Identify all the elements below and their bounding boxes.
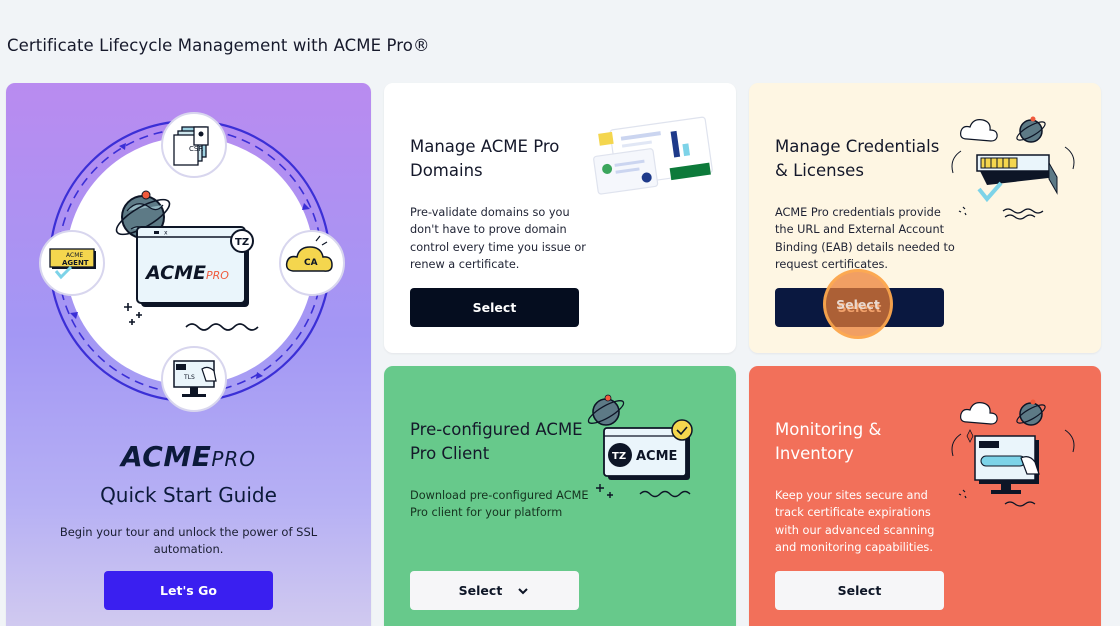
- manage-credentials-card: Manage Credentials & Licenses ACME Pro c…: [749, 83, 1101, 353]
- ca-cloud-icon: CA: [279, 230, 345, 296]
- monitoring-illustration: [951, 399, 1075, 507]
- select-client-dropdown[interactable]: Select: [410, 571, 579, 610]
- cloud-icon: [960, 119, 998, 142]
- quick-start-card: x ACME PRO TZ CSR CA ACME AGENT TLS ACME…: [6, 83, 371, 626]
- svg-text:PRO: PRO: [206, 269, 229, 282]
- agent-icon: ACME AGENT: [39, 230, 105, 296]
- quick-start-description: Begin your tour and unlock the power of …: [59, 525, 318, 556]
- acme-window-icon: x ACME PRO TZ: [136, 226, 254, 307]
- svg-text:ACME: ACME: [636, 449, 677, 464]
- checkmark-icon: [977, 181, 1003, 203]
- card-description: Keep your sites secure and track certifi…: [775, 489, 935, 554]
- card-title: Monitoring & Inventory: [775, 420, 882, 463]
- card-description: ACME Pro credentials provide the URL and…: [775, 206, 955, 271]
- svg-text:TZ: TZ: [235, 237, 249, 248]
- chat-bubble-icon: [671, 419, 693, 441]
- illustration-acme-label: ACME: [144, 262, 206, 284]
- manage-domains-card: Manage ACME Pro Domains Pre-validate dom…: [384, 83, 736, 353]
- svg-text:x: x: [164, 230, 168, 237]
- monitoring-inventory-card: Monitoring & Inventory Keep your sites s…: [749, 366, 1101, 626]
- svg-text:ACME: ACME: [66, 252, 83, 259]
- tls-monitor-icon: TLS: [161, 346, 227, 412]
- select-client-label: Select: [458, 583, 503, 598]
- svg-text:CSR: CSR: [189, 145, 203, 153]
- card-title: Manage Credentials & Licenses: [775, 137, 940, 180]
- select-credentials-button[interactable]: Select: [775, 288, 944, 327]
- svg-text:AGENT: AGENT: [62, 259, 89, 267]
- monitor-icon: [974, 435, 1040, 494]
- cloud-icon: [960, 402, 998, 425]
- server-credentials-illustration: [951, 116, 1075, 220]
- preconfigured-client-card: Pre-configured ACME Pro Client Download …: [384, 366, 736, 626]
- acme-pro-cycle-illustration: x ACME PRO TZ CSR CA ACME AGENT TLS: [39, 112, 345, 412]
- globe-icon: [587, 394, 625, 426]
- svg-text:TZ: TZ: [612, 451, 626, 462]
- page-title: Certificate Lifecycle Management with AC…: [7, 36, 430, 55]
- dashboard-screens-icon: [593, 116, 713, 195]
- server-icon: [976, 154, 1058, 195]
- svg-text:CA: CA: [304, 258, 318, 268]
- select-monitoring-button[interactable]: Select: [775, 571, 944, 610]
- acme-pro-logo: ACMEPRO: [120, 440, 257, 473]
- card-description: Pre-validate domains so you don't have t…: [410, 206, 586, 271]
- csr-document-icon: CSR: [161, 112, 227, 178]
- card-title: Manage ACME Pro Domains: [410, 137, 560, 180]
- select-domains-button[interactable]: Select: [410, 288, 579, 327]
- card-title: Pre-configured ACME Pro Client: [410, 420, 583, 463]
- chevron-down-icon: [518, 587, 529, 594]
- quick-start-title: Quick Start Guide: [100, 483, 277, 507]
- card-description: Download pre-configured ACME Pro client …: [410, 489, 589, 520]
- acme-client-illustration: TZ ACME: [587, 394, 693, 498]
- globe-icon: [1016, 116, 1046, 143]
- svg-text:TLS: TLS: [183, 374, 195, 381]
- lets-go-button[interactable]: Let's Go: [104, 571, 273, 610]
- globe-icon: [1016, 399, 1046, 426]
